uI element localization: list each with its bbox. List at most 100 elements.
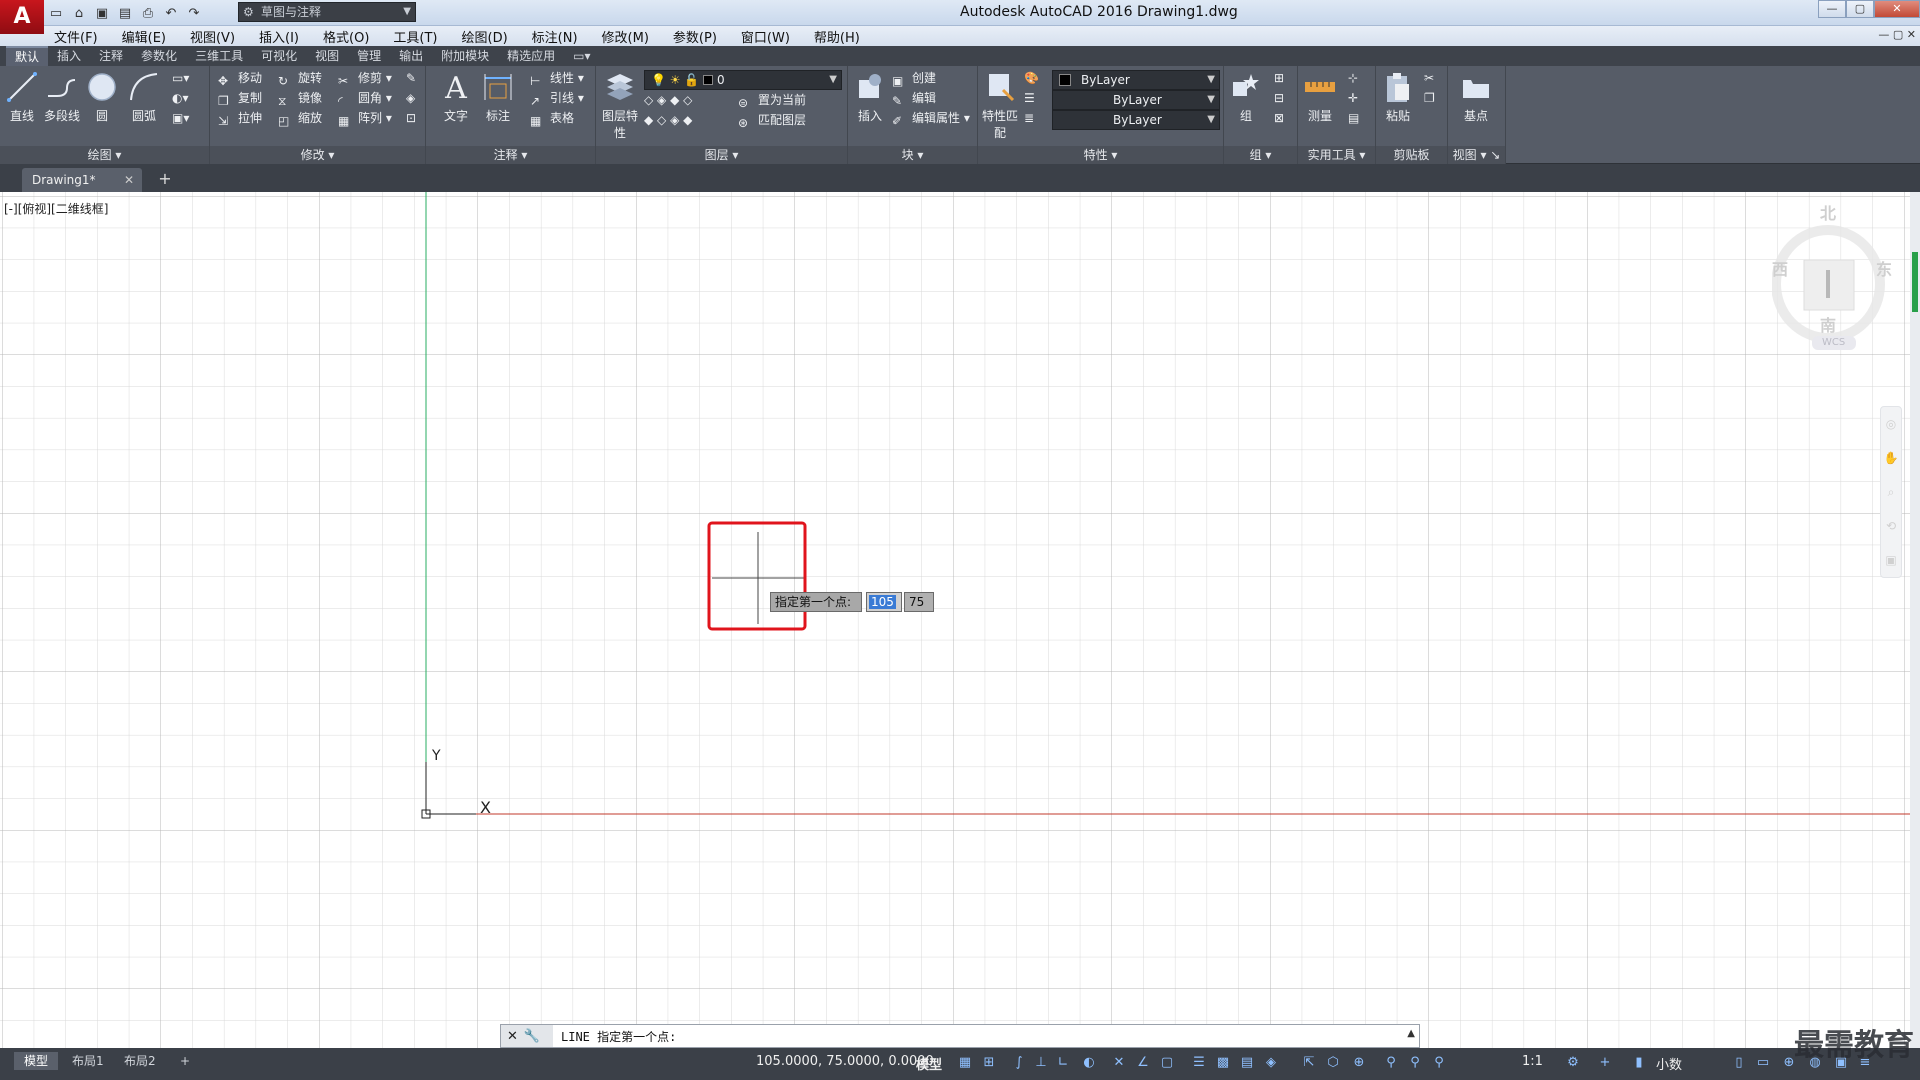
ungroup-icon[interactable]: ⊞ [1274,68,1284,88]
ortho-icon[interactable]: ∟ [1054,1054,1072,1072]
layer-select[interactable]: 💡 ☀ 🔓 0 ▼ [644,70,842,90]
arc-button[interactable]: 圆弧 [124,70,164,124]
tab-layout1[interactable]: 布局1 [62,1052,114,1070]
tab-3d-tools[interactable]: 三维工具 [186,46,252,66]
copy-clip-icon[interactable]: ❐ [1424,88,1435,108]
showmotion-icon[interactable]: ▣ [1881,543,1901,577]
menu-help[interactable]: 帮助(H) [814,27,860,46]
rectangle-icon[interactable]: ▭▾ [172,68,189,88]
close-button[interactable]: ✕ [1874,0,1920,18]
lock-ui-icon[interactable]: ▭ [1754,1054,1772,1072]
lineweight-icon[interactable]: ≣ [1024,108,1034,128]
panel-draw-title[interactable]: 绘图 ▾ [0,146,209,164]
panel-annotation-title[interactable]: 注释 ▾ [426,146,595,164]
viewcube-wcs[interactable]: WCS [1822,337,1845,348]
menu-dimension[interactable]: 标注(N) [532,27,578,46]
wrench-icon[interactable]: 🔧 [524,1029,540,1044]
save-icon[interactable]: ▣ [92,3,112,23]
dimension-button[interactable]: 标注 [478,70,518,124]
menu-draw[interactable]: 绘图(D) [462,27,508,46]
units-value[interactable]: 小数 [1656,1054,1682,1073]
panel-properties-title[interactable]: 特性 ▾ [978,146,1223,164]
dynamic-ucs-icon[interactable]: ⇱ [1300,1054,1318,1072]
dynamic-input-y-field[interactable]: 75 [904,592,934,612]
table-button[interactable]: ▦ 表格 [530,108,574,128]
minimize-button[interactable]: — [1818,0,1846,18]
menu-tools[interactable]: 工具(T) [393,27,437,46]
group-select-icon[interactable]: ⊠ [1274,108,1284,128]
auto-scale-icon[interactable]: ⚲ [1406,1054,1424,1072]
tab-model[interactable]: 模型 [14,1052,59,1070]
region-icon[interactable]: ▣▾ [172,108,189,128]
workspace-select[interactable]: ⚙ 草图与注释 ▼ [238,2,416,22]
tab-addins[interactable]: 附加模块 [432,46,498,66]
grid-icon[interactable]: ▦ [956,1054,974,1072]
redo-icon[interactable]: ↷ [184,3,204,23]
model-space-toggle[interactable]: 模型 [916,1054,942,1073]
maximize-button[interactable]: ▢ [1846,0,1874,18]
text-button[interactable]: A 文字 [436,70,476,124]
edit-block-button[interactable]: ✎ 编辑 [892,88,936,108]
tab-insert[interactable]: 插入 [48,46,90,66]
annotation-scale-icon[interactable]: ⚲ [1430,1054,1448,1072]
drawing-canvas[interactable]: Y X [-][俯视][二维线框] 指定第一个点: 105 75 北 南 东 西… [0,192,1920,1048]
offset-icon[interactable]: ⊡ [406,108,416,128]
open-folder-icon[interactable]: ⌂ [69,3,89,23]
color-wheel-icon[interactable]: 🎨 [1024,68,1039,88]
command-history-icon[interactable]: ▲ [1407,1028,1415,1039]
lineweight-select[interactable]: ByLayer ▼ [1052,110,1220,130]
viewcube[interactable]: 北 南 东 西 WCS [1771,200,1892,360]
application-menu-button[interactable]: A [0,0,44,34]
stretch-button[interactable]: ⇲ 拉伸 [218,108,262,128]
close-tab-icon[interactable]: ✕ [124,168,134,192]
object-snap-icon[interactable]: ▢ [1158,1054,1176,1072]
copy-button[interactable]: ❐ 复制 [218,88,262,108]
menu-window[interactable]: 窗口(W) [741,27,790,46]
menu-parametric[interactable]: 参数(P) [673,27,717,46]
isodraft-icon[interactable]: ✕ [1110,1054,1128,1072]
explode-icon[interactable]: ◈ [406,88,415,108]
command-line[interactable]: ✕ 🔧 LINE 指定第一个点: ▲ [500,1024,1420,1048]
menu-file[interactable]: 文件(F) [54,27,98,46]
orbit-icon[interactable]: ⟲ [1881,509,1901,543]
dynamic-input-icon[interactable]: ⊥ [1032,1054,1050,1072]
tab-layout2[interactable]: 布局2 [114,1052,166,1070]
tab-manage[interactable]: 管理 [348,46,390,66]
workspace-switch-icon[interactable]: ⚙ [1564,1054,1582,1072]
point-icon[interactable]: ✛ [1348,88,1358,108]
panel-clipboard-title[interactable]: 剪贴板 [1376,146,1447,164]
basepoint-button[interactable]: 基点 [1456,70,1496,124]
gizmo-icon[interactable]: ⊕ [1350,1054,1368,1072]
calculator-icon[interactable]: ▤ [1348,108,1359,128]
color-select[interactable]: ByLayer ▼ [1052,70,1220,90]
match-properties-button[interactable]: 特性匹配 [980,70,1020,141]
rotate-button[interactable]: ↻ 旋转 [278,68,322,88]
add-layout-button[interactable]: + [170,1052,200,1070]
viewcube-east[interactable]: 东 [1876,256,1892,280]
scrollbar-thumb[interactable] [1912,252,1918,312]
line-button[interactable]: 直线 [2,70,42,124]
mirror-button[interactable]: ⧖ 镜像 [278,88,322,108]
menu-insert[interactable]: 插入(I) [259,27,299,46]
selection-cycling-icon[interactable]: ▤ [1238,1054,1256,1072]
tab-output[interactable]: 输出 [390,46,432,66]
dynamic-input-x-field[interactable]: 105 [866,592,902,612]
paste-button[interactable]: 粘贴 [1378,70,1418,124]
print-icon[interactable]: ⎙ [138,3,158,23]
quick-select-icon[interactable]: ⊹ [1348,68,1358,88]
make-current-button[interactable]: ⊜ 置为当前 [738,90,806,110]
tab-annotate[interactable]: 注释 [90,46,132,66]
save-as-icon[interactable]: ▤ [115,3,135,23]
panel-modify-title[interactable]: 修改 ▾ [210,146,425,164]
panel-groups-title[interactable]: 组 ▾ [1224,146,1297,164]
menu-edit[interactable]: 编辑(E) [122,27,166,46]
lineweight-toggle-icon[interactable]: ☰ [1190,1054,1208,1072]
snap-icon[interactable]: ⊞ [980,1054,998,1072]
tab-featured-apps[interactable]: 精选应用 [498,46,564,66]
transparency-icon[interactable]: ▩ [1214,1054,1232,1072]
panel-layers-title[interactable]: 图层 ▾ [596,146,847,164]
polyline-button[interactable]: 多段线 [42,70,82,124]
trim-button[interactable]: ✂ 修剪 ▾ [338,68,392,88]
viewport-controls[interactable]: [-][俯视][二维线框] [4,200,108,217]
panel-view-title[interactable]: 视图 ▾ ↘ [1448,146,1505,164]
